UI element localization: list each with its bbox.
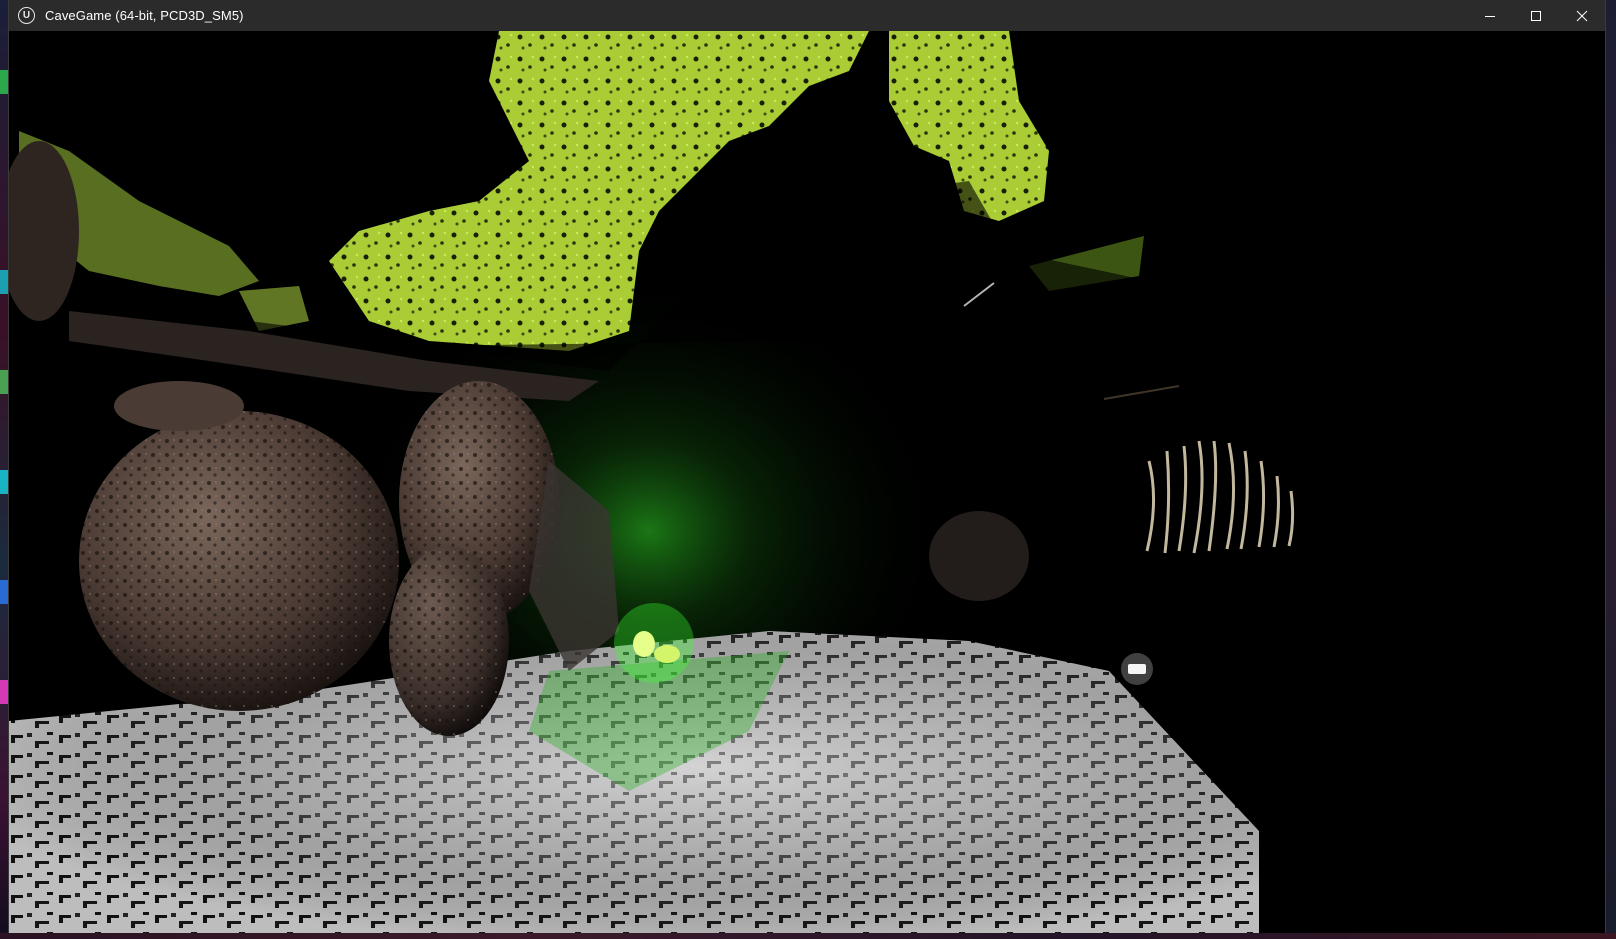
title-bar[interactable]: U CaveGame (64-bit, PCD3D_SM5) (9, 0, 1605, 31)
desktop-icon-fragment (0, 370, 8, 394)
minimize-icon (1485, 15, 1495, 17)
close-icon (1576, 10, 1588, 21)
unreal-engine-icon[interactable]: U (18, 7, 35, 24)
desktop-icon-fragment (0, 70, 8, 94)
desktop-icon-fragment (0, 470, 8, 494)
distant-lamp (1121, 653, 1153, 685)
maximize-button[interactable] (1513, 0, 1559, 31)
distant-rock (929, 511, 1029, 601)
minimize-button[interactable] (1467, 0, 1513, 31)
game-window: U CaveGame (64-bit, PCD3D_SM5) (8, 0, 1606, 933)
desktop-background-strip (0, 0, 8, 939)
desktop-icon-fragment (0, 580, 8, 604)
game-viewport[interactable] (9, 31, 1605, 933)
window-title: CaveGame (64-bit, PCD3D_SM5) (45, 8, 244, 23)
close-button[interactable] (1559, 0, 1605, 31)
desktop-icon-fragment (0, 270, 8, 294)
cave-scene (9, 31, 1605, 933)
desktop-background-right (1606, 0, 1616, 939)
desktop-background-bottom (0, 933, 1616, 939)
window-controls (1467, 0, 1605, 31)
desktop-icon-fragment (0, 680, 8, 704)
glowing-mushrooms (614, 603, 694, 683)
maximize-icon (1531, 10, 1541, 21)
